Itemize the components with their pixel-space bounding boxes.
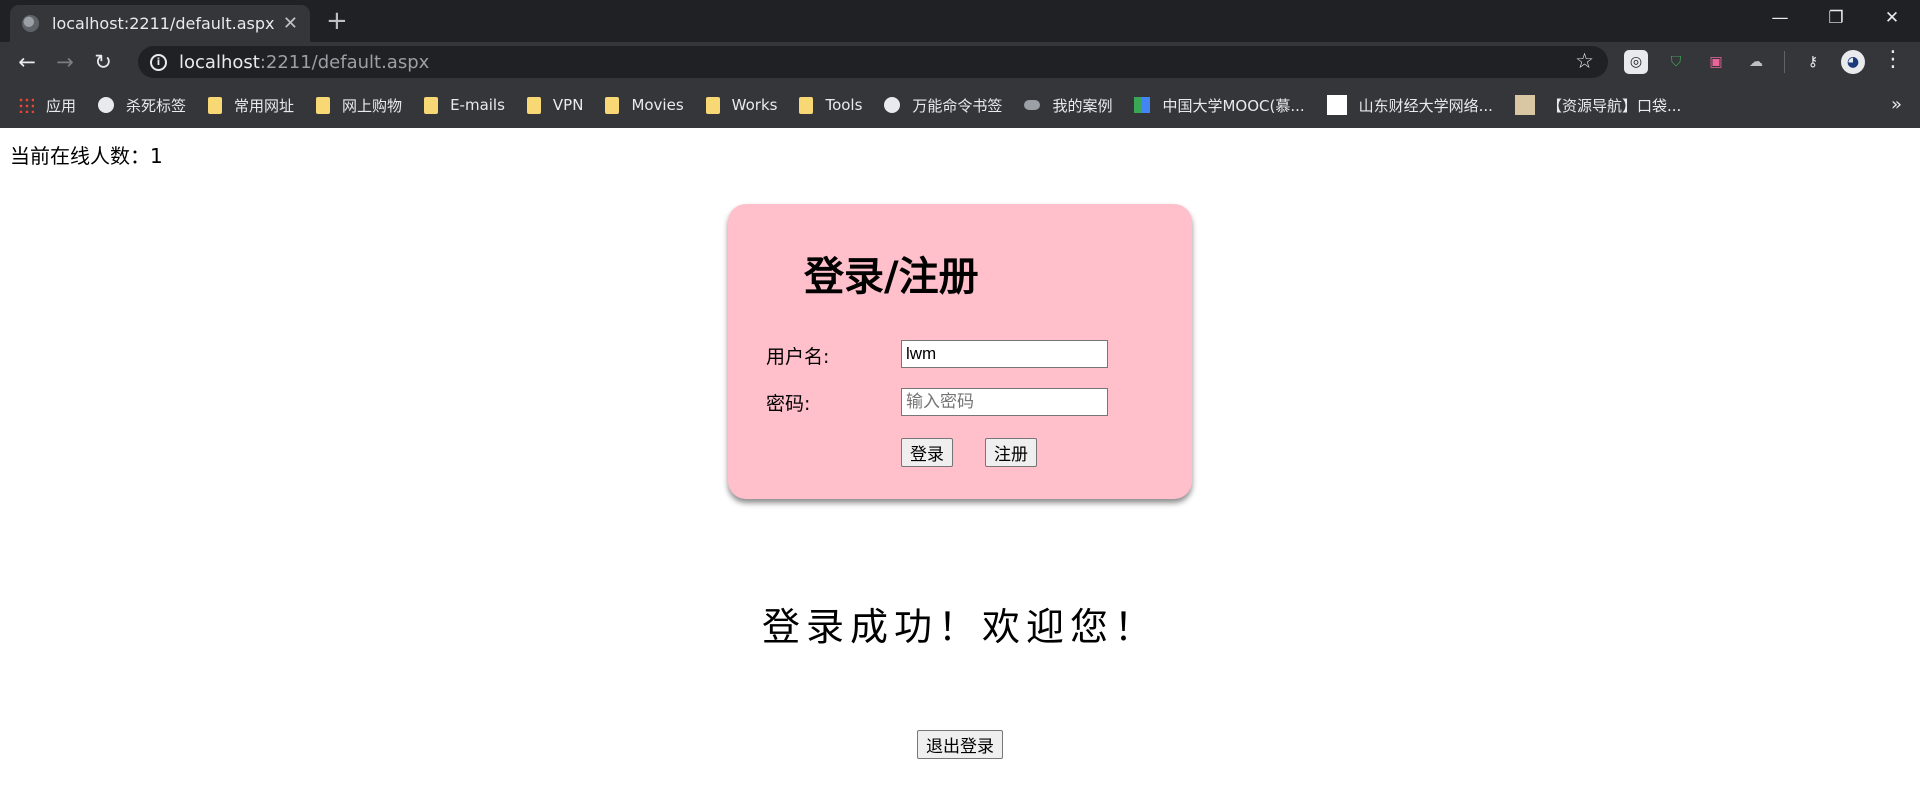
bookmark-item[interactable]: 我的案例 (1024, 95, 1112, 116)
apps-icon (18, 97, 34, 113)
back-arrow-icon[interactable]: ← (8, 50, 46, 74)
folder-icon (208, 96, 223, 114)
bookmark-folder[interactable]: 常用网址 (208, 95, 294, 116)
browser-chrome: localhost:2211/default.aspx ✕ + — ❐ ✕ ← … (0, 0, 1920, 128)
globe-icon (98, 97, 115, 113)
tab-close-icon[interactable]: ✕ (283, 13, 298, 34)
url-host: localhost (179, 51, 260, 73)
reader-extension-icon[interactable]: ◎ (1624, 50, 1648, 74)
active-tab[interactable]: localhost:2211/default.aspx ✕ (10, 5, 310, 42)
bookmarks-overflow-icon[interactable]: » (1891, 94, 1902, 115)
login-title: 登录/注册 (804, 254, 979, 300)
shield-extension-icon[interactable]: ⛉ (1664, 50, 1688, 74)
cloud-icon (1024, 100, 1041, 110)
bookmark-item[interactable]: 山东财经大学网络... (1326, 95, 1493, 116)
browser-toolbar: ← → ↻ i localhost :2211/default.aspx ☆ ◎… (0, 42, 1920, 82)
address-bar[interactable]: i localhost :2211/default.aspx ☆ (138, 46, 1608, 78)
bookmark-item[interactable]: 万能命令书签 (884, 95, 1002, 116)
tab-strip: localhost:2211/default.aspx ✕ + — ❐ ✕ (0, 0, 1920, 42)
reload-icon[interactable]: ↻ (84, 50, 122, 74)
bookmark-folder[interactable]: Works (705, 96, 777, 114)
bookmark-folder[interactable]: VPN (526, 96, 583, 114)
tab-title: localhost:2211/default.aspx (52, 14, 275, 33)
register-button[interactable]: 注册 (985, 438, 1037, 467)
folder-icon (605, 96, 620, 114)
bookmark-item[interactable]: 杀死标签 (98, 95, 186, 116)
folder-icon (316, 96, 331, 114)
bookmark-folder[interactable]: 网上购物 (316, 95, 402, 116)
bookmark-item[interactable]: 【资源导航】口袋... (1514, 95, 1681, 116)
username-input[interactable] (901, 340, 1108, 368)
bilibili-extension-icon[interactable]: ▣ (1704, 50, 1728, 74)
folder-icon (526, 96, 541, 114)
extension-icons: ◎ ⛉ ▣ ☁ ⚷ ◕ (1624, 50, 1865, 74)
bookmark-item[interactable]: 应用 (18, 95, 76, 116)
password-input[interactable] (901, 388, 1108, 416)
folder-icon (424, 96, 439, 114)
login-button[interactable]: 登录 (901, 438, 953, 467)
key-icon[interactable]: ⚷ (1801, 50, 1825, 74)
bookmarks-bar: 应用 杀死标签 常用网址 网上购物 E-mails VPN Movies Wor… (0, 82, 1920, 128)
online-count: 当前在线人数：1 (10, 144, 163, 168)
cloud-extension-icon[interactable]: ☁ (1744, 50, 1768, 74)
url-path: :2211/default.aspx (259, 51, 430, 73)
minimize-button[interactable]: — (1752, 0, 1808, 36)
favicon-globe-icon (22, 15, 39, 32)
site-info-icon[interactable]: i (150, 53, 167, 71)
bookmark-folder[interactable]: E-mails (424, 96, 505, 114)
login-card: 登录/注册 用户名: 密码: 登录 注册 (728, 204, 1192, 499)
profile-avatar[interactable]: ◕ (1841, 50, 1865, 74)
window-controls: — ❐ ✕ (1752, 0, 1920, 36)
forward-arrow-icon[interactable]: → (46, 50, 84, 74)
folder-icon (705, 96, 720, 114)
bookmark-star-icon[interactable]: ☆ (1575, 49, 1594, 73)
page-content: 当前在线人数：1 登录/注册 用户名: 密码: 登录 注册 登录成功！欢迎您！ … (0, 128, 1920, 800)
success-message: 登录成功！欢迎您！ (761, 605, 1158, 649)
new-tab-button[interactable]: + (326, 7, 348, 35)
page-icon (1326, 95, 1347, 115)
bookmark-folder[interactable]: Movies (605, 96, 684, 114)
menu-dots-icon[interactable]: ⋮ (1882, 47, 1904, 72)
folder-icon (799, 96, 814, 114)
mooc-icon (1134, 97, 1151, 113)
bookmark-item[interactable]: 中国大学MOOC(慕... (1134, 95, 1305, 116)
logout-button[interactable]: 退出登录 (917, 730, 1003, 759)
toolbar-separator (1784, 51, 1785, 73)
image-icon (1514, 95, 1535, 115)
globe-icon (884, 97, 901, 113)
username-label: 用户名: (766, 346, 830, 368)
password-label: 密码: (766, 393, 811, 415)
restore-button[interactable]: ❐ (1808, 0, 1864, 36)
close-window-button[interactable]: ✕ (1864, 0, 1920, 36)
bookmark-folder[interactable]: Tools (799, 96, 862, 114)
